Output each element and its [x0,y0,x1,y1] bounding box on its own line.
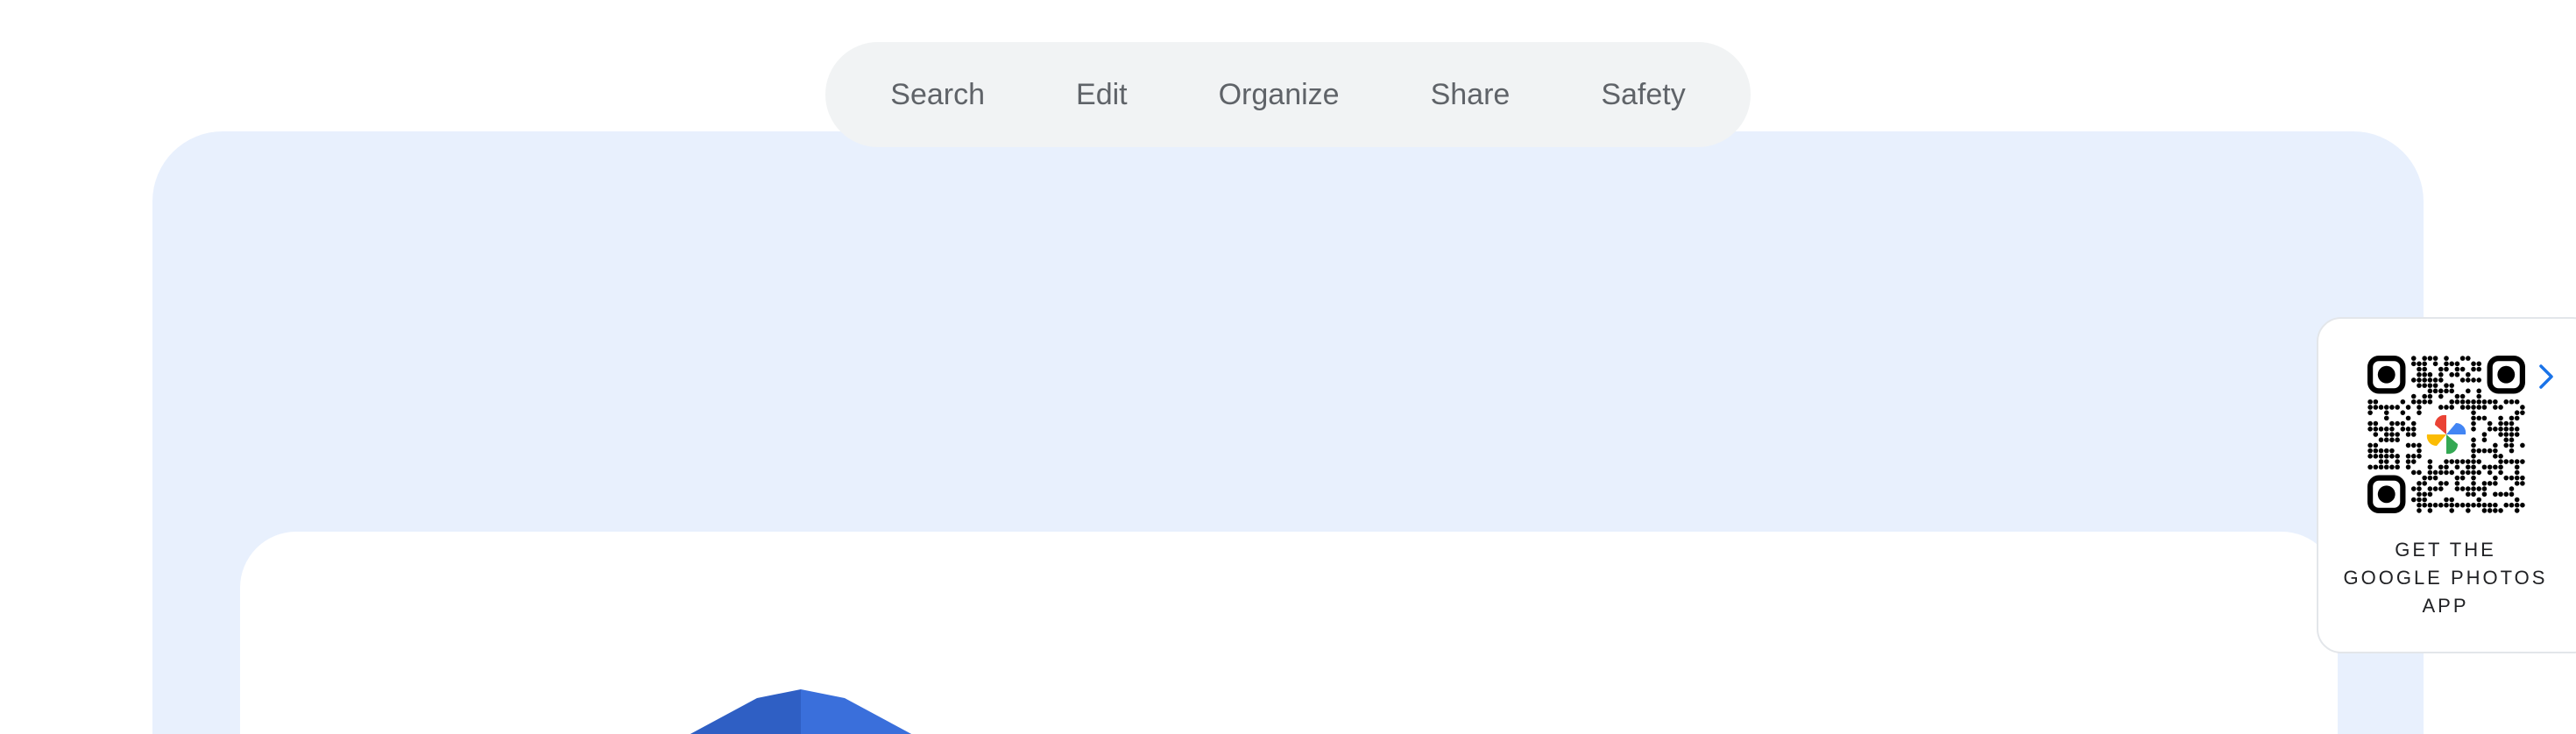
caption-line-2: GOOGLE PHOTOS [2343,567,2548,589]
feature-card [240,532,2338,734]
tab-search[interactable]: Search [845,42,1030,147]
feature-tabs: Search Edit Organize Share Safety [825,42,1751,147]
qr-code-icon [2367,356,2525,513]
get-app-caption: GET THE GOOGLE PHOTOS APP [2318,536,2572,620]
google-photos-pinwheel-icon [2422,410,2471,459]
caption-line-1: GET THE [2395,539,2496,561]
illustration-shape [690,689,912,734]
page: Search Edit Organize Share Safety GET TH… [0,0,2576,734]
get-app-widget[interactable]: GET THE GOOGLE PHOTOS APP [2317,317,2576,653]
tab-organize[interactable]: Organize [1173,42,1385,147]
caption-line-3: APP [2422,595,2469,617]
tab-share[interactable]: Share [1385,42,1556,147]
tab-edit[interactable]: Edit [1030,42,1173,147]
chevron-right-icon[interactable] [2534,361,2558,392]
tab-safety[interactable]: Safety [1555,42,1730,147]
